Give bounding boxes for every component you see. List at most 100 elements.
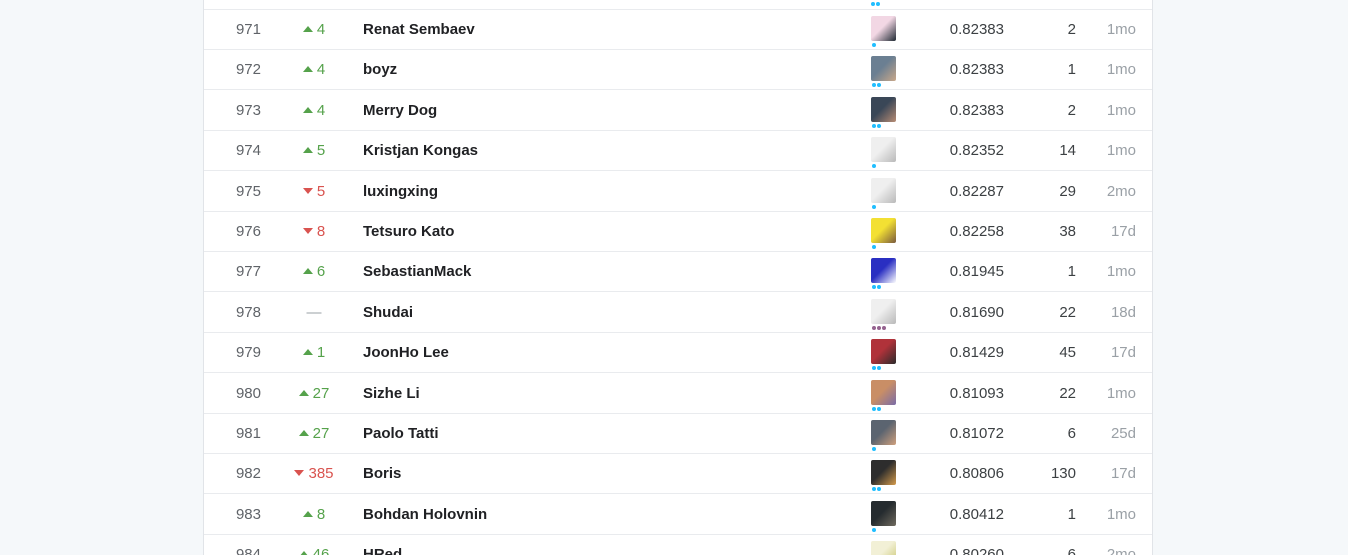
score-cell: 0.80806 — [949, 465, 1004, 482]
team-name-link[interactable]: boyz — [363, 50, 763, 90]
team-members — [871, 339, 897, 371]
table-row[interactable]: 977 6 SebastianMack 0.81945 1 1mo — [204, 252, 1152, 292]
tier-dots — [872, 285, 881, 289]
rank-change-value: — — [306, 304, 322, 321]
entries-cell: 22 — [1059, 385, 1076, 402]
team-name-link[interactable]: JoonHo Lee — [363, 333, 763, 373]
tier-dot — [872, 83, 876, 87]
table-row[interactable]: 980 27 Sizhe Li 0.81093 22 1mo — [204, 374, 1152, 414]
table-row[interactable]: 972 4 boyz 0.82383 1 1mo — [204, 50, 1152, 90]
avatar[interactable] — [871, 501, 896, 526]
rank-change: 46 — [289, 535, 339, 555]
avatar[interactable] — [871, 460, 896, 485]
table-row[interactable]: 978 — Shudai 0.81690 22 18d — [204, 293, 1152, 333]
team-name-link[interactable]: SebastianMack — [363, 252, 763, 292]
caret-up-icon — [298, 551, 309, 555]
rank-change: 4 — [289, 50, 339, 90]
caret-up-icon — [302, 26, 313, 33]
entries-cell: 6 — [1067, 425, 1076, 442]
tier-dot — [872, 124, 876, 128]
last-submission-cell: 1mo — [1106, 102, 1136, 119]
tier-dot — [872, 285, 876, 289]
team-name-link[interactable]: Tetsuro Kato — [363, 212, 763, 252]
caret-down-icon — [302, 228, 313, 235]
caret-up-icon — [302, 66, 313, 73]
rank-change: 27 — [289, 414, 339, 454]
table-row[interactable]: 971 4 Renat Sembaev 0.82383 2 1mo — [204, 10, 1152, 50]
previous-row-medals — [871, 2, 880, 6]
entries-cell: 2 — [1067, 21, 1076, 38]
entries-cell: 45 — [1059, 344, 1076, 361]
table-row[interactable]: 982 385 Boris 0.80806 130 17d — [204, 454, 1152, 494]
entries-cell: 14 — [1059, 142, 1076, 159]
last-submission-cell: 25d — [1110, 425, 1136, 442]
team-name-link[interactable]: Kristjan Kongas — [363, 131, 763, 171]
tier-dots — [872, 124, 881, 128]
tier-dot — [872, 326, 876, 330]
team-name-link[interactable]: HRed — [363, 535, 763, 555]
team-name-link[interactable]: Bohdan Holovnin — [363, 495, 763, 535]
rank-change-value: 27 — [312, 385, 330, 402]
avatar[interactable] — [871, 339, 896, 364]
avatar[interactable] — [871, 420, 896, 445]
table-row[interactable]: 979 1 JoonHo Lee 0.81429 45 17d — [204, 333, 1152, 373]
avatar[interactable] — [871, 97, 896, 122]
entries-cell: 2 — [1067, 102, 1076, 119]
table-row[interactable]: 976 8 Tetsuro Kato 0.82258 38 17d — [204, 212, 1152, 252]
avatar[interactable] — [871, 178, 896, 203]
entries-cell: 130 — [1050, 465, 1076, 482]
team-name-link[interactable]: Paolo Tatti — [363, 414, 763, 454]
tier-dot — [882, 326, 886, 330]
score-cell: 0.81072 — [949, 425, 1004, 442]
rank-cell: 973 — [235, 102, 261, 119]
team-name-link[interactable]: Merry Dog — [363, 91, 763, 131]
avatar[interactable] — [871, 137, 896, 162]
score-cell: 0.82383 — [949, 61, 1004, 78]
team-name-link[interactable]: Renat Sembaev — [363, 10, 763, 50]
rank-cell: 980 — [235, 385, 261, 402]
rank-cell: 971 — [235, 21, 261, 38]
rank-change-value: 5 — [316, 142, 326, 159]
rank-change: 1 — [289, 333, 339, 373]
entries-cell: 1 — [1067, 506, 1076, 523]
tier-dot — [877, 285, 881, 289]
tier-dot — [877, 124, 881, 128]
score-cell: 0.80260 — [949, 546, 1004, 555]
table-row[interactable]: 975 5 luxingxing 0.82287 29 2mo — [204, 172, 1152, 212]
score-cell: 0.82383 — [949, 21, 1004, 38]
table-row[interactable]: 984 46 HRed 0.80260 6 2mo — [204, 535, 1152, 555]
caret-down-icon — [294, 470, 305, 477]
avatar[interactable] — [871, 541, 896, 555]
team-name-link[interactable]: Shudai — [363, 293, 763, 333]
team-members — [871, 541, 897, 555]
team-name-link[interactable]: Boris — [363, 454, 763, 494]
avatar[interactable] — [871, 56, 896, 81]
team-name-link[interactable]: luxingxing — [363, 172, 763, 212]
avatar[interactable] — [871, 218, 896, 243]
team-members — [871, 460, 897, 492]
tier-dots — [872, 164, 876, 168]
team-members — [871, 299, 897, 331]
rank-change-value: 4 — [316, 61, 326, 78]
avatar[interactable] — [871, 16, 896, 41]
caret-up-icon — [302, 511, 313, 518]
leaderboard-table: 971 4 Renat Sembaev 0.82383 2 1mo 972 4 boyz 0.82… — [203, 0, 1153, 555]
tier-dots — [872, 83, 881, 87]
caret-up-icon — [302, 147, 313, 154]
avatar[interactable] — [871, 258, 896, 283]
avatar[interactable] — [871, 380, 896, 405]
tier-dot — [877, 83, 881, 87]
caret-up-icon — [298, 390, 309, 397]
rank-change: 385 — [289, 454, 339, 494]
team-members — [871, 380, 897, 412]
table-row[interactable]: 973 4 Merry Dog 0.82383 2 1mo — [204, 91, 1152, 131]
team-name-link[interactable]: Sizhe Li — [363, 374, 763, 414]
table-row[interactable]: 983 8 Bohdan Holovnin 0.80412 1 1mo — [204, 495, 1152, 535]
table-row[interactable]: 974 5 Kristjan Kongas 0.82352 14 1mo — [204, 131, 1152, 171]
team-members — [871, 178, 897, 210]
tier-dot — [872, 164, 876, 168]
avatar[interactable] — [871, 299, 896, 324]
score-cell: 0.81690 — [949, 304, 1004, 321]
table-row[interactable]: 981 27 Paolo Tatti 0.81072 6 25d — [204, 414, 1152, 454]
rank-cell: 984 — [235, 546, 261, 555]
